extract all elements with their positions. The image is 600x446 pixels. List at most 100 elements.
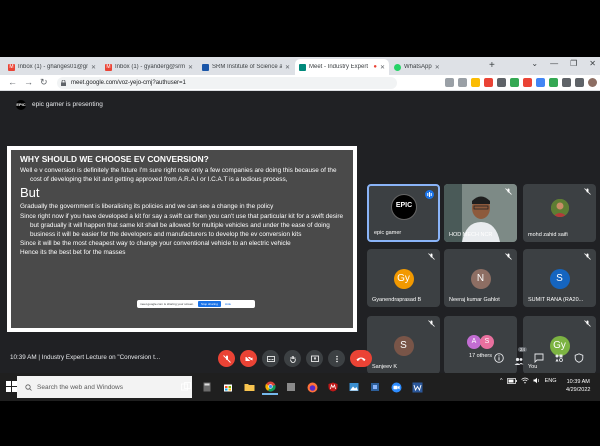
close-icon[interactable]: ✕ — [188, 64, 193, 71]
taskbar-clock[interactable]: 10:39 AM 4/29/2022 — [566, 378, 590, 394]
calculator-icon[interactable] — [199, 379, 215, 395]
word-icon[interactable] — [409, 379, 425, 395]
tab-whatsapp[interactable]: WhatsApp ✕ — [390, 59, 486, 75]
windows-taskbar: Search the web and Windows ^ ENG 10:39 A… — [0, 373, 600, 401]
present-button[interactable] — [306, 350, 323, 367]
presenting-bar: EPIC epic gamer is presenting — [0, 99, 600, 113]
participant-tile[interactable]: HOD MECH NCR — [444, 184, 517, 242]
gmail-icon: M — [105, 63, 112, 71]
stop-sharing-button[interactable]: Stop sharing — [198, 301, 221, 307]
present-screen-icon — [310, 355, 319, 362]
volume-icon[interactable] — [533, 377, 541, 384]
raise-hand-button[interactable] — [284, 350, 301, 367]
recording-icon: ● — [373, 64, 377, 70]
wifi-icon[interactable] — [520, 377, 529, 384]
reload-icon[interactable]: ↻ — [40, 77, 48, 88]
participant-tile[interactable]: EPIC epic gamer — [367, 184, 440, 242]
back-icon[interactable]: ← — [8, 77, 17, 87]
maximize-icon[interactable]: ❐ — [570, 59, 577, 68]
minimize-icon[interactable]: — — [550, 59, 558, 68]
firefox-icon[interactable] — [304, 379, 320, 395]
windows-start-icon[interactable] — [6, 381, 17, 392]
file-explorer-icon[interactable] — [241, 379, 257, 395]
taskbar-search-box[interactable]: Search the web and Windows — [17, 376, 192, 398]
meet-control-bar: 10:39 AM | Industry Expert Lecture on "C… — [0, 346, 600, 373]
people-button[interactable]: 24 — [514, 347, 528, 365]
chrome-taskbar-icon[interactable] — [262, 379, 278, 395]
captions-icon — [266, 355, 275, 362]
close-window-icon[interactable]: ✕ — [589, 59, 596, 68]
participant-tile[interactable]: Gy Gyanendraprasad B — [367, 249, 440, 307]
shared-screen: WHY SHOULD WE CHOOSE EV CONVERSION? Well… — [7, 146, 357, 332]
tab-srm[interactable]: SRM Institute of Science and... ✕ — [198, 59, 294, 75]
meeting-side-controls: 24 — [494, 347, 584, 365]
store-icon[interactable] — [220, 379, 236, 395]
mcafee-icon[interactable] — [325, 379, 341, 395]
chat-icon[interactable] — [534, 353, 544, 363]
task-view-icon[interactable] — [178, 379, 194, 395]
captions-button[interactable] — [262, 350, 279, 367]
app-grey-icon[interactable] — [283, 379, 299, 395]
tab-gmail-1[interactable]: M Inbox (1) - ghanges01@gm... ✕ — [4, 59, 100, 75]
tray-chevron-icon[interactable]: ^ — [500, 378, 503, 384]
presentation-slide: WHY SHOULD WE CHOOSE EV CONVERSION? Well… — [11, 150, 353, 328]
leave-call-button[interactable] — [350, 350, 372, 367]
close-icon[interactable]: ✕ — [285, 64, 290, 71]
app-icon[interactable] — [367, 379, 383, 395]
camera-toggle-button[interactable] — [240, 350, 257, 367]
camera-permission-icon[interactable] — [445, 78, 454, 87]
extension-blue-icon[interactable] — [536, 78, 545, 87]
battery-icon[interactable] — [506, 377, 517, 384]
extension-green-icon[interactable] — [510, 78, 519, 87]
tab-meet[interactable]: Meet - Industry Expert L... ● ✕ — [295, 59, 389, 75]
participant-tile[interactable]: N Neeraj kumar Gahlot — [444, 249, 517, 307]
slide-big-word: But — [20, 185, 40, 201]
people-count-badge: 24 — [518, 347, 528, 352]
tab-search-icon[interactable]: ⌄ — [531, 59, 538, 68]
close-icon[interactable]: ✕ — [91, 64, 96, 71]
screen: M Inbox (1) - ghanges01@gm... ✕ M Inbox … — [0, 0, 600, 446]
lock-icon — [61, 80, 66, 86]
more-vert-icon — [335, 355, 338, 362]
camera-off-icon — [244, 354, 253, 363]
info-icon[interactable] — [494, 353, 504, 363]
close-icon[interactable]: ✕ — [380, 64, 385, 71]
tab-gmail-2[interactable]: M Inbox (1) - gyanderg@srmist... ✕ — [101, 59, 197, 75]
mic-off-icon — [428, 320, 435, 327]
star-icon[interactable] — [471, 78, 480, 87]
extension-grey-icon[interactable] — [497, 78, 506, 87]
share-icon[interactable] — [458, 78, 467, 87]
new-tab-button[interactable]: + — [489, 60, 495, 71]
mic-off-icon — [222, 354, 231, 363]
share-notice-text: meet.google.com is sharing your screen. — [140, 302, 195, 306]
forward-icon[interactable]: → — [24, 77, 33, 87]
presenter-avatar: EPIC — [16, 100, 26, 110]
mic-toggle-button[interactable] — [218, 350, 235, 367]
close-icon[interactable]: ✕ — [435, 64, 440, 71]
language-indicator[interactable]: ENG — [545, 378, 557, 384]
extension-icons: ⋮ — [445, 78, 600, 87]
sidebar-icon[interactable] — [575, 78, 584, 87]
address-bar[interactable]: meet.google.com/voz-yejo-cmj?authuser=1 — [57, 77, 397, 89]
extension-pdf-icon[interactable] — [523, 78, 532, 87]
photos-icon[interactable] — [346, 379, 362, 395]
participant-name: SUMIT RANA (RA20... — [528, 297, 584, 303]
extension-red-icon[interactable] — [484, 78, 493, 87]
extension-meet-icon[interactable] — [549, 78, 558, 87]
hide-button[interactable]: Hide — [225, 302, 231, 306]
more-options-button[interactable] — [328, 350, 345, 367]
zoom-icon[interactable] — [388, 379, 404, 395]
presenting-text: epic gamer is presenting — [32, 101, 103, 108]
srm-icon — [202, 63, 209, 71]
host-controls-icon[interactable] — [574, 353, 584, 363]
call-end-icon — [356, 357, 366, 361]
participant-tile[interactable]: mohd zahid saifi — [523, 184, 596, 242]
profile-avatar[interactable] — [588, 78, 597, 87]
participant-tile[interactable]: S SUMIT RANA (RA20... — [523, 249, 596, 307]
slide-paragraph: Hence its the best bet for the masses — [20, 249, 126, 257]
participant-photo — [551, 199, 569, 217]
participant-name: Neeraj kumar Gahlot — [449, 297, 500, 303]
extensions-puzzle-icon[interactable] — [562, 78, 571, 87]
participant-name: HOD MECH NCR — [449, 232, 493, 238]
activities-icon[interactable] — [554, 353, 564, 363]
